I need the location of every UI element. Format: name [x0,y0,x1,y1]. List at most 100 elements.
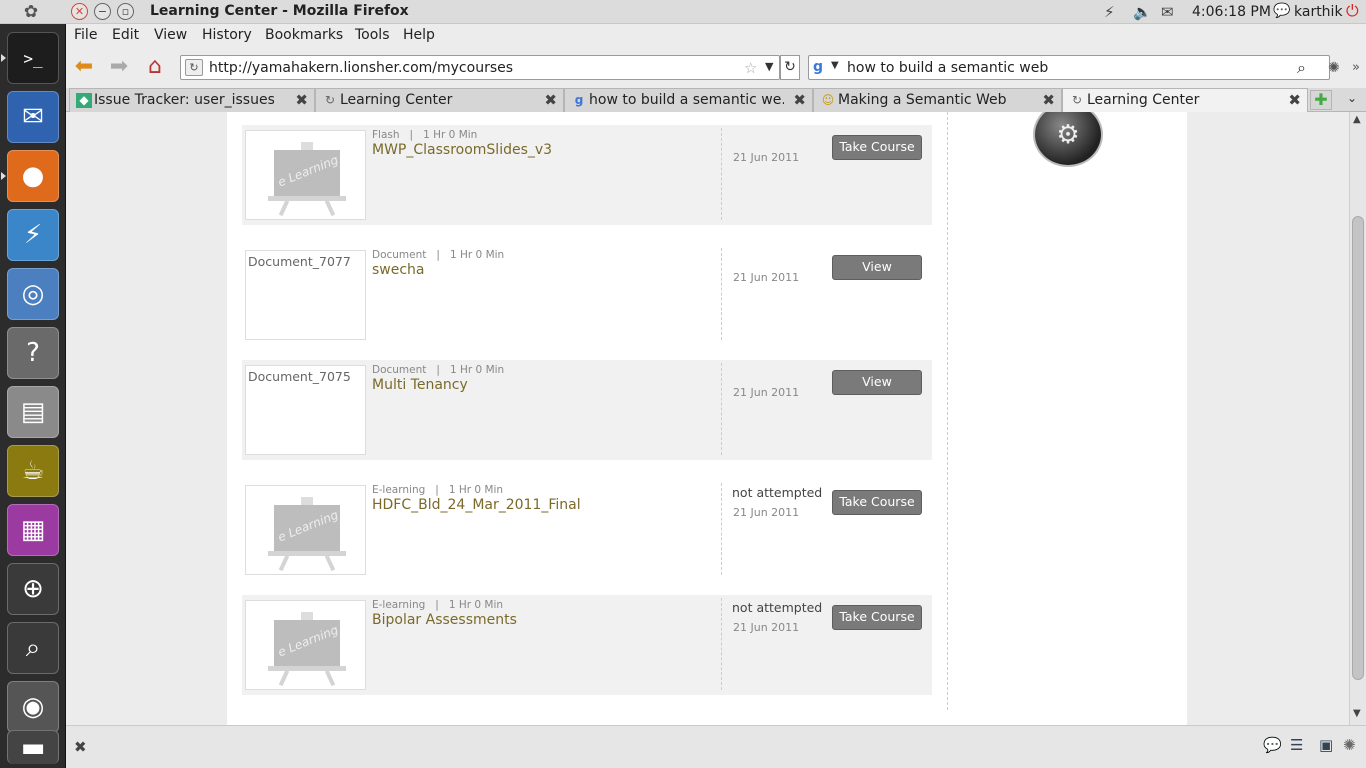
window-minimize-button[interactable]: − [94,3,111,20]
files-icon[interactable]: ▤ [7,386,59,438]
course-thumbnail[interactable]: Document_7075 [245,365,366,455]
tab-label: Making a Semantic Web [838,92,1007,108]
tab-learning-center-active[interactable]: ↻ Learning Center ✖ [1062,88,1308,113]
search-go-icon[interactable]: ⌕ [1297,58,1306,78]
clock[interactable]: 4:06:18 PM [1192,4,1271,20]
thunderbird-icon[interactable]: ✉ [7,91,59,143]
course-date: 21 Jun 2011 [733,151,800,164]
new-tab-button[interactable]: ✚ [1310,90,1332,110]
menu-bookmarks[interactable]: Bookmarks [265,27,343,43]
page-scrollbar[interactable]: ▲ ▼ [1349,112,1366,725]
tab-issue-tracker[interactable]: ◆ Issue Tracker: user_issues ✖ [69,88,315,112]
course-title[interactable]: HDFC_Bld_24_Mar_2011_Final [372,497,581,513]
close-tab-icon[interactable]: ✖ [295,91,308,109]
scrollbar-thumb[interactable] [1352,216,1364,680]
bookmark-star-icon[interactable]: ☆ [744,59,757,77]
tab-list-dropdown-icon[interactable]: ⌄ [1347,91,1357,105]
close-tab-icon[interactable]: ✖ [1288,91,1301,109]
site-identity-icon[interactable]: ↻ [185,59,203,76]
addon-bug-icon[interactable]: ✺ [1328,60,1340,76]
ubuntu-logo-icon[interactable]: ✿ [20,3,42,21]
course-title[interactable]: swecha [372,262,425,278]
course-thumbnail[interactable]: e Learning [245,600,366,690]
scroll-down-icon[interactable]: ▼ [1353,708,1361,719]
forward-button[interactable]: ➡ [106,56,132,80]
back-button[interactable]: ⬅ [71,56,97,80]
terminal-icon[interactable]: >_ [7,32,59,84]
thumb-text: Document_7075 [248,369,351,384]
search-engine-dropdown-icon[interactable]: ▼ [831,60,839,71]
close-addon-bar-icon[interactable]: ✖ [74,738,87,756]
zoom-icon[interactable]: ⊕ [7,563,59,615]
menu-view[interactable]: View [154,27,187,43]
volume-icon[interactable]: 🔈 [1133,3,1152,21]
page-viewport: ⚙ e Learning Flash | 1 Hr 0 Min MWP_Clas… [66,112,1349,725]
take-course-button[interactable]: Take Course [832,490,922,515]
mail-icon[interactable]: ✉ [1161,3,1174,21]
tab-google-search[interactable]: g how to build a semantic we... ✖ [564,88,813,112]
view-button[interactable]: View [832,370,922,395]
course-thumbnail[interactable]: e Learning [245,130,366,220]
menu-help[interactable]: Help [403,27,435,43]
course-date: 21 Jun 2011 [733,621,800,634]
course-thumbnail[interactable]: Document_7077 [245,250,366,340]
course-row: Document_7077 Document | 1 Hr 0 Min swec… [242,245,932,345]
url-history-dropdown-icon[interactable]: ▼ [765,60,773,73]
search-bar[interactable]: g ▼ how to build a semantic web ⌕ [808,55,1330,80]
row-divider [721,128,722,220]
view-button[interactable]: View [832,255,922,280]
addon-bug-icon[interactable]: ✺ [1343,736,1356,754]
tab-making-semantic-web[interactable]: ☺ Making a Semantic Web ✖ [813,88,1062,112]
course-title[interactable]: Bipolar Assessments [372,612,517,628]
power-icon[interactable]: ⏻ [1346,1,1359,21]
menu-tools[interactable]: Tools [355,27,390,43]
course-row: e Learning Flash | 1 Hr 0 Min MWP_Classr… [242,125,932,225]
chat-bubble-icon[interactable]: 💬 [1263,736,1282,754]
home-button[interactable]: ⌂ [142,56,168,80]
url-text[interactable]: http://yamahakern.lionsher.com/mycourses [209,60,513,76]
column-divider [947,112,948,710]
workspaces-icon[interactable]: ▦ [7,504,59,556]
window-close-button[interactable]: ✕ [71,3,88,20]
take-course-button[interactable]: Take Course [832,135,922,160]
scroll-up-icon[interactable]: ▲ [1353,114,1361,125]
close-tab-icon[interactable]: ✖ [544,91,557,109]
list-icon[interactable]: ☰ [1290,736,1303,754]
tab-learning-center[interactable]: ↻ Learning Center ✖ [315,88,564,112]
course-title[interactable]: Multi Tenancy [372,377,468,393]
url-bar[interactable]: ↻ http://yamahakern.lionsher.com/mycours… [180,55,780,80]
course-meta: Flash | 1 Hr 0 Min [372,129,478,141]
tab-label: Learning Center [340,92,453,108]
course-status: not attempted [732,600,823,615]
course-title[interactable]: MWP_ClassroomSlides_v3 [372,142,552,158]
search-icon[interactable]: ⌕ [7,622,59,674]
close-tab-icon[interactable]: ✖ [793,91,806,109]
genie-icon[interactable]: ☕ [7,445,59,497]
reload-button[interactable]: ↻ [780,55,800,80]
firefox-icon[interactable]: ● [7,150,59,202]
user-name[interactable]: karthik [1294,4,1343,20]
chat-status-icon[interactable]: 💬 [1273,3,1290,19]
search-engine-icon[interactable]: g [813,59,823,75]
window-maximize-button[interactable]: ▫ [117,3,134,20]
toolbar-overflow-icon[interactable]: » [1352,60,1360,75]
eclipse-icon[interactable]: ⚡ [7,209,59,261]
take-course-button[interactable]: Take Course [832,605,922,630]
video-download-icon[interactable]: ▣ [1319,736,1333,754]
menubar: File Edit View History Bookmarks Tools H… [66,24,1366,48]
elearning-easel-icon: e Learning [268,497,346,572]
menu-history[interactable]: History [202,27,252,43]
search-input[interactable]: how to build a semantic web [847,60,1048,76]
menu-file[interactable]: File [74,27,97,43]
close-tab-icon[interactable]: ✖ [1042,91,1055,109]
trash-icon[interactable]: ▬ [7,730,59,764]
menu-edit[interactable]: Edit [112,27,139,43]
course-thumbnail[interactable]: e Learning [245,485,366,575]
drive-icon[interactable]: ◉ [7,681,59,733]
help-icon[interactable]: ? [7,327,59,379]
window-title: Learning Center - Mozilla Firefox [150,3,409,19]
network-icon[interactable]: ⚡ [1104,3,1115,21]
chromium-icon[interactable]: ◎ [7,268,59,320]
tab-label: Issue Tracker: user_issues [94,92,274,108]
running-indicator [1,172,6,180]
